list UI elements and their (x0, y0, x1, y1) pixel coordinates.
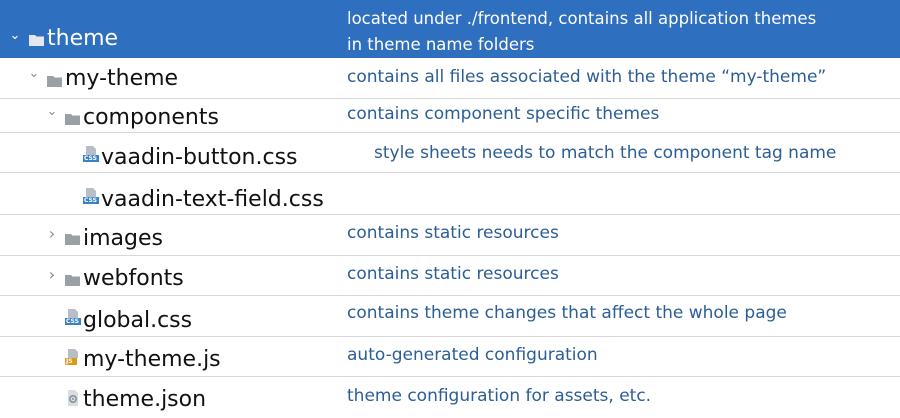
tree-item-description: theme configuration for assets, etc. (347, 386, 652, 406)
chevron-right-icon[interactable]: › (45, 265, 59, 284)
tree-row-theme[interactable]: ⌄ theme located under ./frontend, contai… (0, 0, 900, 58)
chevron-down-icon[interactable]: ⌄ (27, 66, 41, 81)
js-badge-text: JS (66, 358, 73, 365)
tree-item-description: contains static resources (347, 264, 559, 284)
css-badge-text: CSS (66, 318, 79, 325)
tree-item-label: webfonts (83, 266, 184, 291)
folder-icon (47, 72, 62, 91)
tree-item-label: vaadin-button.css (101, 145, 298, 170)
tree-item-label: my-theme (65, 66, 179, 91)
tree-item-label: global.css (83, 308, 193, 333)
tree-item-label: images (83, 226, 163, 251)
tree-item-label: theme (47, 26, 119, 51)
folder-icon (65, 230, 80, 249)
tree-item-description-cont: in theme name folders (347, 35, 535, 54)
tree-item-description: auto-generated configuration (347, 345, 598, 365)
tree-row-my-theme[interactable]: ⌄ my-theme contains all files associated… (0, 58, 900, 99)
folder-icon (65, 110, 80, 129)
tree-item-description: style sheets needs to match the componen… (374, 143, 837, 163)
folder-icon (65, 271, 80, 290)
folder-icon (29, 31, 44, 50)
tree-row-my-theme-js[interactable]: JS my-theme.js auto-generated configurat… (0, 337, 900, 377)
tree-item-label: vaadin-text-field.css (101, 187, 324, 212)
tree-row-vaadin-text-field-css[interactable]: CSS vaadin-text-field.css (0, 173, 900, 215)
tree-item-description: contains static resources (347, 223, 559, 243)
tree-item-label: components (83, 105, 219, 130)
tree-row-components[interactable]: ⌄ components contains component specific… (0, 99, 900, 133)
tree-item-label: my-theme.js (83, 347, 221, 372)
chevron-down-icon[interactable]: ⌄ (45, 104, 59, 119)
tree-row-webfonts[interactable]: › webfonts contains static resources (0, 256, 900, 296)
tree-item-description: located under ./frontend, contains all a… (347, 9, 817, 28)
tree-row-images[interactable]: › images contains static resources (0, 215, 900, 256)
chevron-down-icon[interactable]: ⌄ (8, 28, 22, 43)
json-file-icon (66, 390, 80, 410)
tree-row-vaadin-button-css[interactable]: CSS vaadin-button.css style sheets needs… (0, 133, 900, 173)
tree-item-description: contains theme changes that affect the w… (347, 303, 787, 323)
file-tree: ⌄ theme located under ./frontend, contai… (0, 0, 900, 418)
css-badge-text: CSS (84, 155, 97, 162)
tree-item-description: contains all files associated with the t… (347, 67, 827, 87)
tree-row-global-css[interactable]: CSS global.css contains theme changes th… (0, 296, 900, 337)
tree-row-theme-json[interactable]: theme.json theme configuration for asset… (0, 377, 900, 418)
tree-item-label: theme.json (83, 387, 207, 412)
tree-item-description: contains component specific themes (347, 104, 660, 124)
chevron-right-icon[interactable]: › (45, 224, 59, 243)
css-badge-text: CSS (84, 197, 97, 204)
